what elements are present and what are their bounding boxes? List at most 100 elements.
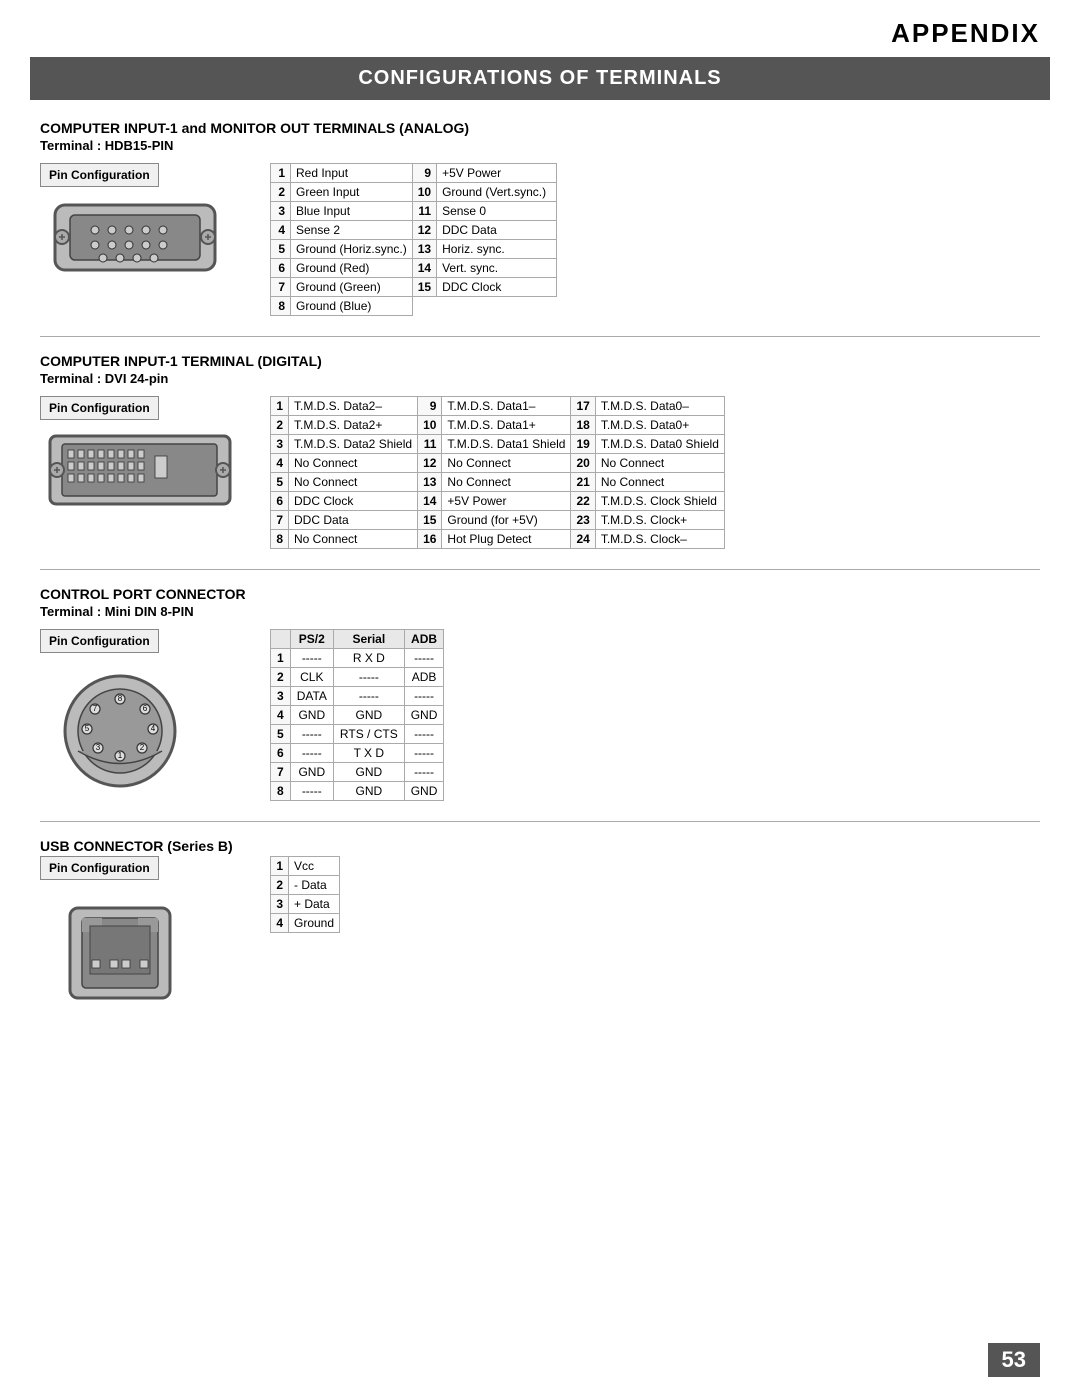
table-row: No Connect (595, 473, 724, 492)
table-row: 4 (271, 706, 291, 725)
usb-connector-diagram (40, 888, 200, 1018)
table-row: 1 (271, 857, 289, 876)
table-row: 4 (271, 914, 289, 933)
digital-section: COMPUTER INPUT-1 TERMINAL (DIGITAL) Term… (40, 353, 1040, 549)
table-row: ----- (290, 782, 333, 801)
table-row: 14 (418, 492, 442, 511)
digital-pin-config-label: Pin Configuration (40, 396, 159, 420)
table-row: 13 (412, 240, 436, 259)
control-col-ps2: PS/2 (290, 630, 333, 649)
table-row: 13 (418, 473, 442, 492)
table-row: 6 (271, 492, 289, 511)
table-row: DDC Clock (437, 278, 557, 297)
table-row: DATA (290, 687, 333, 706)
table-row: 18 (571, 416, 595, 435)
table-row: 1 (271, 649, 291, 668)
svg-text:3: 3 (96, 743, 101, 752)
table-row: 11 (412, 202, 436, 221)
table-row: GND (333, 706, 404, 725)
table-row: T.M.D.S. Clock Shield (595, 492, 724, 511)
table-row: 1 (271, 397, 289, 416)
table-row: 20 (571, 454, 595, 473)
table-row: 9 (412, 164, 436, 183)
digital-pin-table-container: 1T.M.D.S. Data2–9T.M.D.S. Data1–17T.M.D.… (270, 396, 725, 549)
svg-text:6: 6 (143, 704, 148, 713)
page-number: 53 (988, 1343, 1040, 1377)
table-row: 17 (571, 397, 595, 416)
table-row: 7 (271, 511, 289, 530)
table-row: Red Input (291, 164, 413, 183)
table-row: 4 (271, 454, 289, 473)
table-row: T.M.D.S. Data1– (442, 397, 571, 416)
table-row: Sense 0 (437, 202, 557, 221)
analog-section-title: COMPUTER INPUT-1 and MONITOR OUT TERMINA… (40, 120, 1040, 136)
analog-pin-config-label: Pin Configuration (40, 163, 159, 187)
table-row: 8 (271, 530, 289, 549)
analog-section: COMPUTER INPUT-1 and MONITOR OUT TERMINA… (40, 120, 1040, 316)
table-row: 22 (571, 492, 595, 511)
control-pin-config-label: Pin Configuration (40, 629, 159, 653)
digital-section-subtitle: Terminal : DVI 24-pin (40, 371, 1040, 386)
svg-text:1: 1 (118, 751, 123, 760)
table-row: 3 (271, 895, 289, 914)
table-row: No Connect (289, 530, 418, 549)
table-row: 2 (271, 416, 289, 435)
svg-text:8: 8 (118, 694, 123, 703)
table-row: T.M.D.S. Data1+ (442, 416, 571, 435)
table-row: ----- (290, 649, 333, 668)
table-row: 19 (571, 435, 595, 454)
svg-text:5: 5 (85, 724, 90, 733)
usb-pin-config-label: Pin Configuration (40, 856, 159, 880)
table-row: 10 (412, 183, 436, 202)
table-row: Vcc (289, 857, 340, 876)
table-row: Hot Plug Detect (442, 530, 571, 549)
table-row: Sense 2 (291, 221, 413, 240)
table-row: T.M.D.S. Data0+ (595, 416, 724, 435)
table-row: 4 (271, 221, 291, 240)
table-row: 11 (418, 435, 442, 454)
table-row: T.M.D.S. Clock+ (595, 511, 724, 530)
table-row: 24 (571, 530, 595, 549)
analog-pin-table: 1Red Input9+5V Power2Green Input10Ground… (270, 163, 557, 316)
table-row: 8 (271, 297, 291, 316)
table-row: 2 (271, 183, 291, 202)
usb-section-title: USB CONNECTOR (Series B) (40, 838, 1040, 854)
dvi-connector-diagram (40, 428, 240, 518)
table-row: 14 (412, 259, 436, 278)
table-row: ----- (333, 668, 404, 687)
table-row: GND (333, 782, 404, 801)
table-row: No Connect (442, 454, 571, 473)
table-row: RTS / CTS (333, 725, 404, 744)
control-pin-left: Pin Configuration (40, 629, 250, 791)
page-content: COMPUTER INPUT-1 and MONITOR OUT TERMINA… (0, 120, 1080, 1018)
table-row: Ground (289, 914, 340, 933)
control-col-pin (271, 630, 291, 649)
table-row: 2 (271, 668, 291, 687)
svg-text:2: 2 (140, 743, 145, 752)
table-row: 5 (271, 473, 289, 492)
appendix-header: APPENDIX (0, 0, 1080, 57)
control-pin-table: PS/2 Serial ADB 1-----R X D-----2CLK----… (270, 629, 444, 801)
control-section-subtitle: Terminal : Mini DIN 8-PIN (40, 604, 1040, 619)
table-row: 3 (271, 687, 291, 706)
table-row: 9 (418, 397, 442, 416)
table-row: Ground (Red) (291, 259, 413, 278)
svg-text:4: 4 (151, 724, 156, 733)
control-section-body: Pin Configuration (40, 629, 1040, 801)
table-row: DDC Clock (289, 492, 418, 511)
usb-section-body: Pin Configuration (40, 856, 1040, 1018)
table-row: 6 (271, 259, 291, 278)
table-row: Green Input (291, 183, 413, 202)
svg-text:7: 7 (93, 704, 98, 713)
table-row: 1 (271, 164, 291, 183)
usb-section: USB CONNECTOR (Series B) Pin Configurati… (40, 838, 1040, 1018)
hdb15-connector-diagram (40, 195, 230, 285)
table-row: 10 (418, 416, 442, 435)
table-row: T.M.D.S. Data0– (595, 397, 724, 416)
table-row: ----- (290, 744, 333, 763)
table-row: +5V Power (442, 492, 571, 511)
control-section: CONTROL PORT CONNECTOR Terminal : Mini D… (40, 586, 1040, 801)
table-row: Horiz. sync. (437, 240, 557, 259)
table-row: 21 (571, 473, 595, 492)
table-row: GND (404, 706, 444, 725)
